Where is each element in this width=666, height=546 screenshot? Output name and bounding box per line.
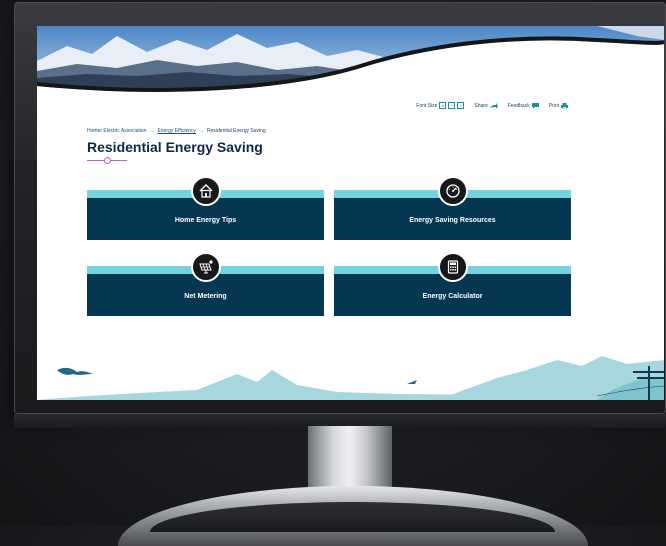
calculator-icon — [437, 252, 468, 282]
font-size-control: Font Size A − + — [416, 102, 465, 109]
print-label: Print — [548, 102, 559, 109]
printer-icon — [561, 102, 568, 109]
chat-icon — [531, 102, 539, 109]
breadcrumb-separator: → — [149, 128, 155, 134]
card-net-metering[interactable]: Net Metering — [87, 252, 324, 316]
decrease-font-button[interactable]: − — [448, 102, 456, 109]
increase-font-button[interactable]: + — [457, 102, 465, 109]
page-title: Residential Energy Saving — [87, 139, 263, 155]
share-arrow-icon — [489, 102, 498, 109]
card-energy-saving-resources[interactable]: Energy Saving Resources — [334, 176, 571, 240]
card-label: Energy Calculator — [422, 293, 483, 300]
breadcrumb-energy-efficiency-link[interactable]: Energy Efficiency — [157, 128, 196, 134]
card-energy-calculator[interactable]: Energy Calculator — [334, 252, 571, 316]
print-button[interactable]: Print — [548, 102, 568, 109]
breadcrumb-home-link[interactable]: Homer Electric Association — [87, 128, 146, 134]
hero-mountain-banner — [37, 26, 664, 106]
breadcrumb: Homer Electric Association → Energy Effi… — [87, 128, 266, 134]
solar-panel-icon — [190, 252, 221, 282]
footer-mountain-illustration — [37, 356, 664, 400]
card-home-energy-tips[interactable]: Home Energy Tips — [87, 176, 324, 240]
monitor-stand-neck — [308, 426, 392, 492]
house-icon — [190, 176, 221, 206]
card-label: Home Energy Tips — [174, 217, 237, 224]
text-size-icon[interactable]: A — [439, 102, 447, 109]
browser-screen: Font Size A − + Share Feedback Print Hom… — [37, 26, 664, 400]
card-label: Energy Saving Resources — [409, 217, 496, 224]
title-divider-dot — [104, 157, 111, 164]
feedback-label: Feedback — [507, 102, 530, 109]
page-toolbar: Font Size A − + Share Feedback Print — [416, 102, 568, 109]
card-label: Net Metering — [184, 293, 227, 300]
font-size-label: Font Size — [416, 102, 438, 109]
share-label: Share — [474, 102, 488, 109]
breadcrumb-current: Residential Energy Saving — [207, 128, 266, 134]
breadcrumb-separator: → — [199, 128, 205, 134]
share-button[interactable]: Share — [474, 102, 498, 109]
feedback-button[interactable]: Feedback — [507, 102, 539, 109]
gauge-icon — [437, 176, 468, 206]
